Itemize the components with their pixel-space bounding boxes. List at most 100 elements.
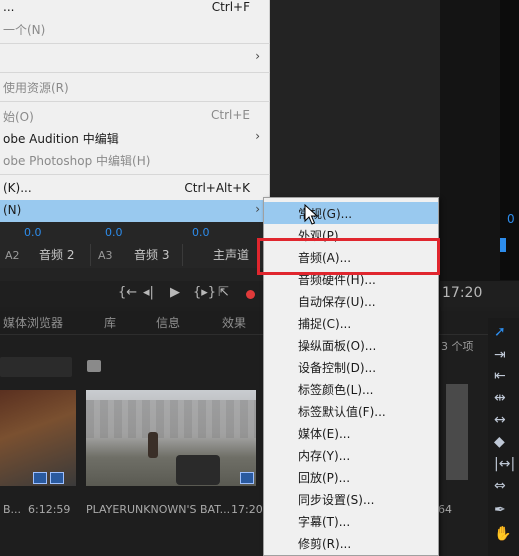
track-select-tool-icon[interactable]: ⇥	[494, 347, 506, 363]
menu-item-submenu[interactable]: ›	[0, 47, 270, 69]
pen-tool-icon[interactable]: ✒	[494, 502, 506, 518]
clip-label-2: PLAYERUNKNOWN'S BAT...	[86, 503, 231, 516]
submenu-item-label: 内存(Y)...	[298, 449, 351, 463]
submenu-item-label: 自动保存(U)...	[298, 295, 376, 309]
submenu-item-general[interactable]: 常规(G)...	[264, 202, 438, 224]
menu-item-label: obe Photoshop 中编辑(H)	[3, 154, 151, 168]
play-icon[interactable]: ▶	[170, 285, 180, 300]
menu-item-shortcut: Ctrl+E	[211, 108, 250, 122]
submenu-item-label-defaults[interactable]: 标签默认值(F)...	[264, 400, 438, 422]
submenu-item-label: 标签颜色(L)...	[298, 383, 374, 397]
meter-bar	[500, 238, 506, 252]
menu-separator	[0, 174, 270, 175]
go-to-in-icon[interactable]: {←	[118, 285, 137, 300]
menu-item-edit-original[interactable]: 始(O) Ctrl+E	[0, 105, 270, 127]
meter-value: 0	[507, 212, 515, 226]
menu-separator	[0, 72, 270, 73]
edit-menu: ... Ctrl+F 一个(N) › 使用资源(R) 始(O) Ctrl+E o…	[0, 0, 270, 222]
divider	[182, 244, 183, 266]
menu-item-edit-in-audition[interactable]: obe Audition 中编辑 ›	[0, 127, 270, 149]
chevron-right-icon: ›	[255, 129, 260, 143]
hand-tool-icon[interactable]: ✋	[494, 526, 511, 542]
submenu-item-memory[interactable]: 内存(Y)...	[264, 444, 438, 466]
submenu-item-auto-save[interactable]: 自动保存(U)...	[264, 290, 438, 312]
menu-item-label: 一个(N)	[3, 23, 46, 37]
tab-library[interactable]: 库	[104, 314, 116, 331]
submenu-item-label: 媒体(E)...	[298, 427, 351, 441]
ripple-edit-tool-icon[interactable]: ⇤	[494, 368, 506, 384]
submenu-item-label: 修剪(R)...	[298, 537, 352, 551]
razor-tool-icon[interactable]: ◆	[494, 434, 505, 450]
submenu-item-label: 同步设置(S)...	[298, 493, 375, 507]
tab-effects[interactable]: 效果	[222, 314, 246, 331]
loop-icon[interactable]: {▸}	[193, 285, 216, 300]
menu-item-find-next[interactable]: 一个(N)	[0, 18, 270, 40]
submenu-item-control-surface[interactable]: 操纵面板(O)...	[264, 334, 438, 356]
clip-duration-3: 64	[438, 503, 452, 516]
menu-item-label: (N)	[3, 203, 22, 217]
submenu-item-media[interactable]: 媒体(E)...	[264, 422, 438, 444]
menu-separator	[0, 101, 270, 102]
menu-item-label: 始(O)	[3, 110, 34, 124]
track-name-master[interactable]: 主声道	[213, 246, 249, 263]
thumbnail-scene	[86, 400, 256, 438]
new-bin-icon[interactable]	[87, 360, 101, 372]
clip-duration-2: 17:20	[231, 503, 263, 516]
submenu-item-label: 字幕(T)...	[298, 515, 351, 529]
highlight-box	[257, 238, 440, 275]
submenu-item-device-control[interactable]: 设备控制(D)...	[264, 356, 438, 378]
clip-label-1: B...	[3, 503, 22, 516]
submenu-item-playback[interactable]: 回放(P)...	[264, 466, 438, 488]
clip-duration-1: 6:12:59	[28, 503, 71, 516]
submenu-item-capture[interactable]: 捕捉(C)...	[264, 312, 438, 334]
slide-tool-icon[interactable]: ⇔	[494, 478, 506, 494]
selection-tool-icon[interactable]: ➚	[494, 324, 506, 340]
items-count: 3 个项	[441, 340, 474, 353]
track-name-audio3[interactable]: 音频 3	[134, 246, 169, 263]
export-frame-icon[interactable]: ⇱	[218, 285, 229, 300]
audio-badge-icon	[50, 472, 64, 484]
menu-item-label: 使用资源(R)	[3, 81, 69, 95]
mouse-cursor-icon	[304, 204, 318, 225]
submenu-item-titler[interactable]: 字幕(T)...	[264, 510, 438, 532]
clip-thumbnail-3[interactable]	[446, 384, 468, 480]
rolling-edit-tool-icon[interactable]: ⇹	[494, 390, 506, 406]
video-badge-icon	[33, 472, 47, 484]
mixer-value-3: 0.0	[192, 226, 210, 239]
submenu-item-trim[interactable]: 修剪(R)...	[264, 532, 438, 554]
menu-item-edit-in-photoshop[interactable]: obe Photoshop 中编辑(H)	[0, 149, 270, 171]
tab-info[interactable]: 信息	[156, 314, 180, 331]
divider	[90, 244, 91, 266]
track-name-audio2[interactable]: 音频 2	[39, 246, 74, 263]
menu-separator	[0, 43, 270, 44]
menu-item-label: obe Audition 中编辑	[3, 132, 119, 146]
menu-item-preferences[interactable]: (N) ›	[0, 200, 270, 222]
submenu-item-label: 标签默认值(F)...	[298, 405, 386, 419]
submenu-item-label: 回放(P)...	[298, 471, 351, 485]
slip-tool-icon[interactable]: |↔|	[494, 456, 515, 472]
menu-item-label: (K)...	[3, 181, 32, 195]
menu-item-shortcut: Ctrl+F	[211, 0, 250, 14]
submenu-item-label: 设备控制(D)...	[298, 361, 377, 375]
menu-item-remove-unused[interactable]: 使用资源(R)	[0, 76, 270, 98]
submenu-item-label-colors[interactable]: 标签颜色(L)...	[264, 378, 438, 400]
submenu-item-label: 捕捉(C)...	[298, 317, 352, 331]
menu-item-find[interactable]: ... Ctrl+F	[0, 0, 270, 19]
chevron-right-icon: ›	[255, 202, 260, 216]
panel-tabs	[0, 311, 519, 335]
track-tag-a2: A2	[5, 249, 20, 262]
video-badge-icon	[240, 472, 254, 484]
rate-stretch-tool-icon[interactable]: ↔	[494, 412, 506, 428]
record-icon[interactable]	[246, 290, 255, 299]
submenu-item-label: 操纵面板(O)...	[298, 339, 377, 353]
menu-item-shortcut: Ctrl+Alt+K	[184, 181, 250, 195]
timecode: 17:20	[442, 285, 483, 301]
search-input[interactable]	[0, 357, 72, 377]
mixer-value-2: 0.0	[105, 226, 123, 239]
submenu-item-sync-settings[interactable]: 同步设置(S)...	[264, 488, 438, 510]
tab-media-browser[interactable]: 媒体浏览器	[3, 314, 63, 331]
thumbnail-figure	[148, 432, 158, 458]
menu-item-keyboard-shortcuts[interactable]: (K)... Ctrl+Alt+K	[0, 178, 270, 200]
step-back-icon[interactable]: ◂|	[143, 285, 154, 300]
menu-item-label: ...	[3, 0, 15, 14]
